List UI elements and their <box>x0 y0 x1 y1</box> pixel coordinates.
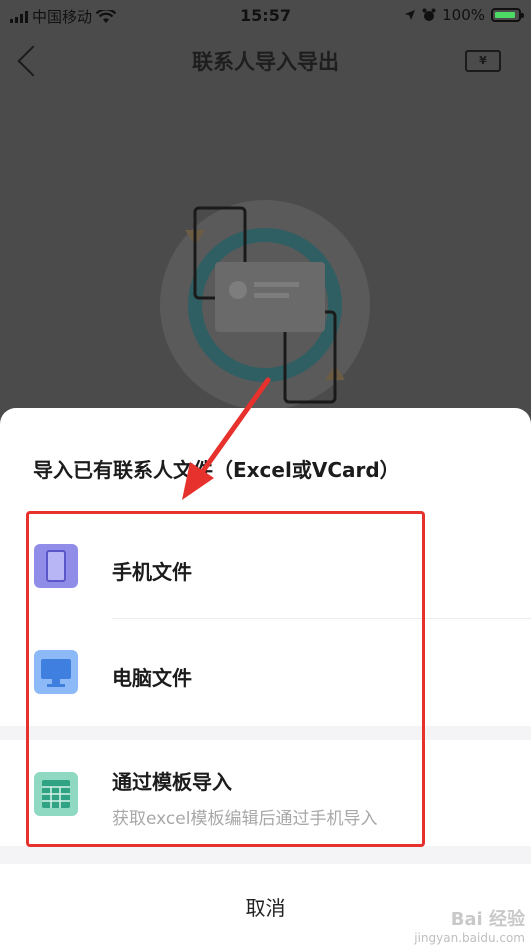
status-bar: 中国移动 15:57 100% <box>0 0 531 32</box>
alarm-icon <box>422 8 436 21</box>
divider <box>112 618 531 619</box>
option-template-import[interactable]: 通过模板导入 获取excel模板编辑后通过手机导入 <box>0 740 531 844</box>
watermark: Bai 经验 jingyan.baidu.com <box>414 905 525 945</box>
location-icon <box>405 10 416 20</box>
spreadsheet-icon <box>34 772 78 816</box>
option-subtitle: 获取excel模板编辑后通过手机导入 <box>112 809 378 829</box>
option-label: 电脑文件 <box>112 666 192 690</box>
status-right: 100% <box>404 6 524 24</box>
battery-percent: 100% <box>442 6 485 24</box>
ticket-icon-label: ¥ <box>479 54 487 67</box>
option-phone-file[interactable]: 手机文件 <box>0 516 531 616</box>
option-label: 手机文件 <box>112 560 192 584</box>
page-title: 联系人导入导出 <box>192 50 339 74</box>
contacts-illustration <box>160 200 370 410</box>
section-separator <box>0 726 531 740</box>
option-label: 通过模板导入 <box>112 770 232 794</box>
battery-icon <box>491 8 524 22</box>
import-sheet: 导入已有联系人文件（Excel或VCard） 手机文件 电脑文件 通过模板导入 … <box>0 408 531 949</box>
sheet-title: 导入已有联系人文件（Excel或VCard） <box>33 458 400 482</box>
ticket-icon[interactable]: ¥ <box>465 50 501 72</box>
watermark-brand: Bai 经验 <box>450 909 525 930</box>
section-separator <box>0 846 531 864</box>
option-computer-file[interactable]: 电脑文件 <box>0 620 531 720</box>
watermark-url: jingyan.baidu.com <box>414 931 525 945</box>
phone-file-icon <box>34 544 78 588</box>
nav-bar: 联系人导入导出 ¥ <box>0 32 531 92</box>
computer-icon <box>34 650 78 694</box>
